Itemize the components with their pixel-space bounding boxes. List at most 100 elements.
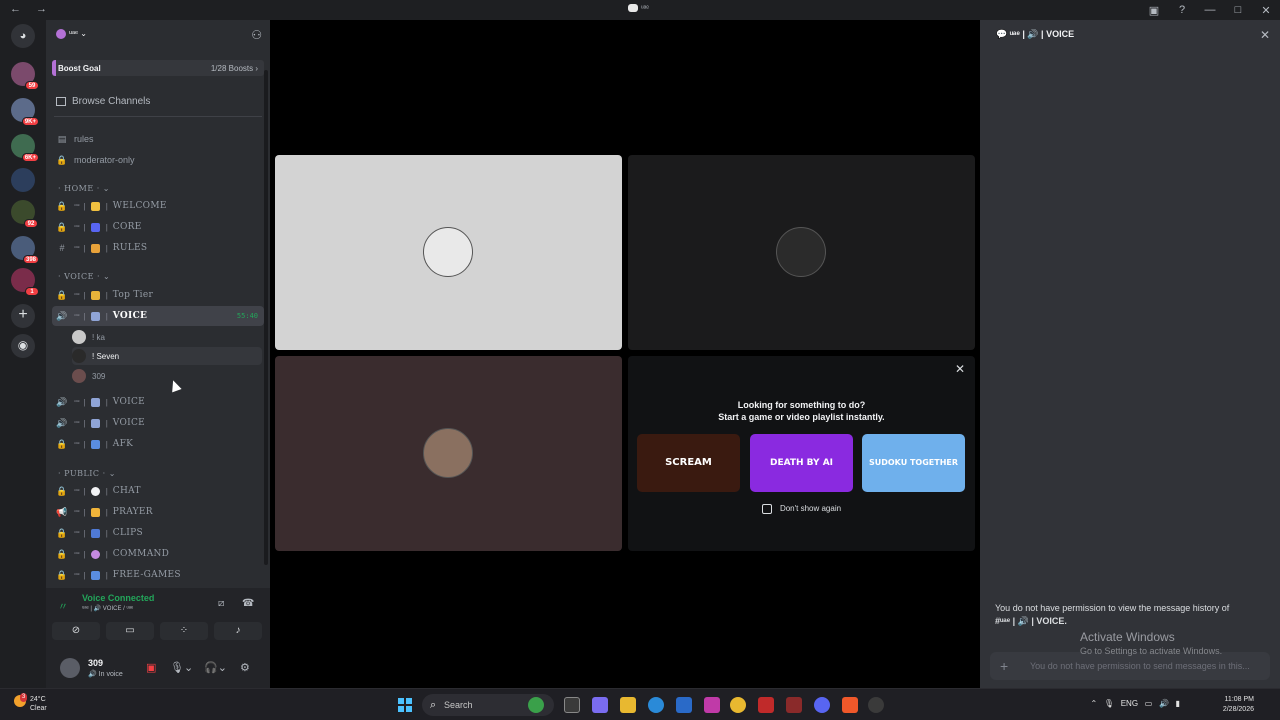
server-name[interactable]: ᵘᵃᵉ ⌄ [56,29,87,39]
system-tray[interactable]: ⌃ 🎙 ENG ▭ 🔊 ▮ [1091,699,1180,708]
channel-rules-upper[interactable]: # ᵘᵃᵉ | | RULES [52,238,264,258]
discord-home-icon[interactable]: ◕ [11,24,35,48]
channel-clips[interactable]: 🔒 ᵘᵃᵉ | | CLIPS [52,523,264,543]
clock[interactable]: 11:08 PM 2/28/2026 [1223,695,1254,715]
close-chat-icon[interactable]: ✕ [1260,28,1270,42]
language-indicator[interactable]: ENG [1121,699,1138,708]
channel-voice-3[interactable]: 🔊 ᵘᵃᵉ | | VOICE [52,413,264,433]
avatar [72,330,86,344]
lock-icon: 🔒 [56,569,68,580]
voice-user[interactable]: ! Seven [72,347,262,365]
username[interactable]: 309 [88,658,103,668]
server-folder-3[interactable]: 6K+ [11,134,39,162]
channel-core[interactable]: 🔒 ᵘᵃᵉ | | CORE [52,217,264,237]
video-tile-user3[interactable] [275,356,622,551]
channel-name: VOICE [112,311,148,321]
app-icon-copilot[interactable] [592,697,608,713]
settings-gear-icon[interactable]: ⚙ [240,661,250,674]
activities-button[interactable]: ⁘ [160,622,208,640]
voice-user[interactable]: ! ka [72,328,262,346]
invite-icon[interactable]: ⚇ [251,28,262,42]
add-attachment-icon[interactable]: + [1000,658,1008,674]
channel-name: VOICE [112,397,146,407]
close-icon[interactable]: ✕ [955,362,965,376]
channel-welcome[interactable]: 🔒 ᵘᵃᵉ | | WELCOME [52,196,264,216]
nav-arrows[interactable]: ← → [10,3,53,15]
channel-top-tier[interactable]: 🔒 ᵘᵃᵉ | | Top Tier [52,285,264,305]
server-folder-1[interactable]: 59 [11,62,39,90]
inbox-icon[interactable]: ▣ [1140,4,1168,17]
discord-taskbar-icon[interactable] [814,697,830,713]
brave-icon[interactable] [842,697,858,713]
minimize-button[interactable]: — [1196,4,1224,16]
start-button[interactable] [398,698,412,712]
disconnect-icon[interactable]: ☎ [242,598,254,609]
server-list: ◕ 59 9K+ 6K+ 92 398 1 + ◉ [0,20,46,688]
server-header[interactable]: ᵘᵃᵉ ⌄ ⚇ [46,20,270,50]
game-death-by-ai[interactable]: DEATH BY AI [750,434,853,492]
game-icon[interactable]: ▣ [146,661,156,674]
folder-icon[interactable] [620,697,636,713]
boost-goal-bar[interactable]: Boost Goal 1/28 Boosts › [52,60,264,76]
store-icon[interactable] [676,697,692,713]
app-icon-dark-red[interactable] [786,697,802,713]
category-label: VOICE [64,272,94,281]
mic-icon[interactable]: 🎙⌄ [170,661,193,674]
game-scream[interactable]: SCREAM [637,434,740,492]
app-icon-pink[interactable] [704,697,720,713]
channel-voice-2[interactable]: 🔊 ᵘᵃᵉ | | VOICE [52,392,264,412]
app-icon-task-view[interactable] [564,697,580,713]
category-voice[interactable]: · VOICE · ⌄ [58,272,110,281]
close-window-button[interactable]: ✕ [1252,4,1280,17]
mention-badge: 9K+ [21,117,39,126]
browse-channels[interactable]: Browse Channels [56,96,150,107]
checkbox-icon[interactable] [761,504,772,514]
server-folder-6[interactable]: 398 [11,236,39,264]
category-public[interactable]: · PUBLIC · ⌄ [58,469,116,478]
channel-tag: ᵘᵃᵉ [74,420,80,426]
video-tile-user1[interactable] [275,155,622,350]
headset-icon[interactable]: 🎧⌄ [204,661,227,674]
noise-suppression-icon[interactable]: ⧄ [218,598,224,609]
channel-command[interactable]: 🔒 ᵘᵃᵉ | | COMMAND [52,544,264,564]
channel-chat[interactable]: 🔒 ᵘᵃᵉ | | CHAT [52,481,264,501]
voice-user[interactable]: 309 [72,367,262,385]
channel-tag: ᵘᵃᵉ [74,399,80,405]
channel-voice-active[interactable]: 🔊 ᵘᵃᵉ | | VOICE 55:40 [52,306,264,326]
weather-widget[interactable]: 24°C Clear 3 [14,693,47,713]
app-icon-gray[interactable] [868,697,884,713]
game-sudoku-together[interactable]: SUDOKU TOGETHER [862,434,965,492]
message-input[interactable]: + You do not have permission to send mes… [990,652,1270,680]
voice-channel-label[interactable]: ᵘᵃᵉ | 🔊 VOICE / ᵘᵃᵉ [82,605,133,612]
server-name-text: ᵘᵃᵉ [69,29,79,39]
app-icon-greenery[interactable] [528,697,544,713]
channel-rules[interactable]: ▤ rules [52,129,264,149]
app-icon-red[interactable] [758,697,774,713]
screen-share-button[interactable]: ▭ [106,622,154,640]
add-server-icon[interactable]: + [11,304,35,328]
channel-afk[interactable]: 🔒 ᵘᵃᵉ | | AFK [52,434,264,454]
speaker-icon: 🔊 [56,396,68,407]
server-icon-7[interactable]: 1 [11,268,39,296]
server-folder-2[interactable]: 9K+ [11,98,39,126]
voice-status[interactable]: Voice Connected [82,593,154,603]
server-folder-4[interactable] [11,168,35,192]
category-home[interactable]: · HOME · ⌄ [58,184,110,193]
channel-prayer[interactable]: 📢 ᵘᵃᵉ | | PRAYER [52,502,264,522]
channel-scrollbar[interactable] [264,70,268,565]
soundboard-button[interactable]: ♪ [214,622,262,640]
time: 11:08 PM [1224,696,1254,703]
avatar[interactable] [60,658,80,678]
video-tile-user2[interactable] [628,155,975,350]
discover-icon[interactable]: ◉ [11,334,35,358]
dont-show-again-checkbox[interactable]: Don't show again [628,504,975,514]
film-emoji-icon [90,528,100,538]
camera-off-button[interactable]: ⊘ [52,622,100,640]
edge-icon[interactable] [648,697,664,713]
chrome-icon[interactable] [730,697,746,713]
signal-icon[interactable]: 〃 [58,598,68,613]
channel-free-games[interactable]: 🔒 ᵘᵃᵉ | | FREE-GAMES [52,565,264,585]
help-icon[interactable]: ? [1168,4,1196,16]
maximize-button[interactable]: □ [1224,4,1252,16]
channel-moderator-only[interactable]: 🔒 moderator-only [52,150,264,170]
